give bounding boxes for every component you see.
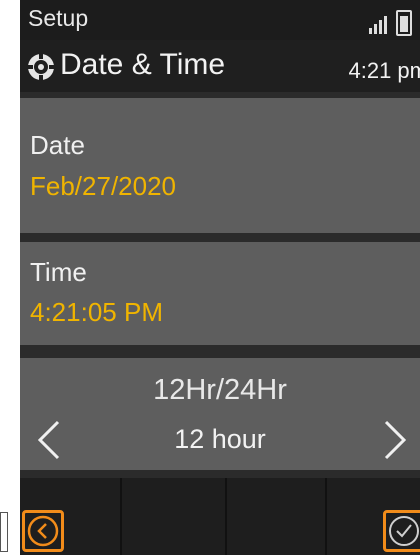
date-label: Date bbox=[30, 130, 85, 160]
bottom-divider bbox=[225, 478, 227, 555]
back-icon bbox=[27, 515, 59, 547]
signal-icon bbox=[369, 16, 387, 34]
time-value: 4:21:05 PM bbox=[30, 297, 163, 327]
hour-format-caption: 12Hr/24Hr bbox=[153, 374, 287, 406]
device-screen: Setup Date & Time 4:21 pm Date Feb/27/20… bbox=[20, 0, 420, 555]
bottom-divider bbox=[325, 478, 327, 555]
page-header: Date & Time 4:21 pm bbox=[20, 40, 420, 92]
time-label: Time bbox=[30, 257, 87, 287]
date-value: Feb/27/2020 bbox=[30, 171, 177, 201]
chevron-right-icon[interactable] bbox=[380, 418, 410, 462]
page-title: Date & Time bbox=[60, 48, 226, 81]
time-field[interactable]: Time 4:21:05 PM bbox=[20, 242, 420, 345]
checkmark-icon bbox=[389, 516, 419, 546]
battery-icon bbox=[396, 10, 412, 36]
bottom-divider bbox=[120, 478, 122, 555]
status-bar: Setup bbox=[20, 0, 420, 40]
hour-format-value: 12 hour bbox=[174, 424, 266, 454]
back-button[interactable] bbox=[22, 510, 64, 552]
chevron-left-icon[interactable] bbox=[34, 418, 64, 462]
bottom-bar bbox=[20, 478, 420, 555]
header-clock: 4:21 pm bbox=[348, 58, 420, 83]
confirm-button[interactable] bbox=[383, 510, 420, 552]
date-field[interactable]: Date Feb/27/2020 bbox=[20, 98, 420, 233]
status-title: Setup bbox=[28, 5, 89, 31]
partial-side-element bbox=[0, 512, 8, 552]
hour-format-selector: 12Hr/24Hr 12 hour bbox=[20, 358, 420, 470]
gear-icon bbox=[27, 53, 55, 81]
